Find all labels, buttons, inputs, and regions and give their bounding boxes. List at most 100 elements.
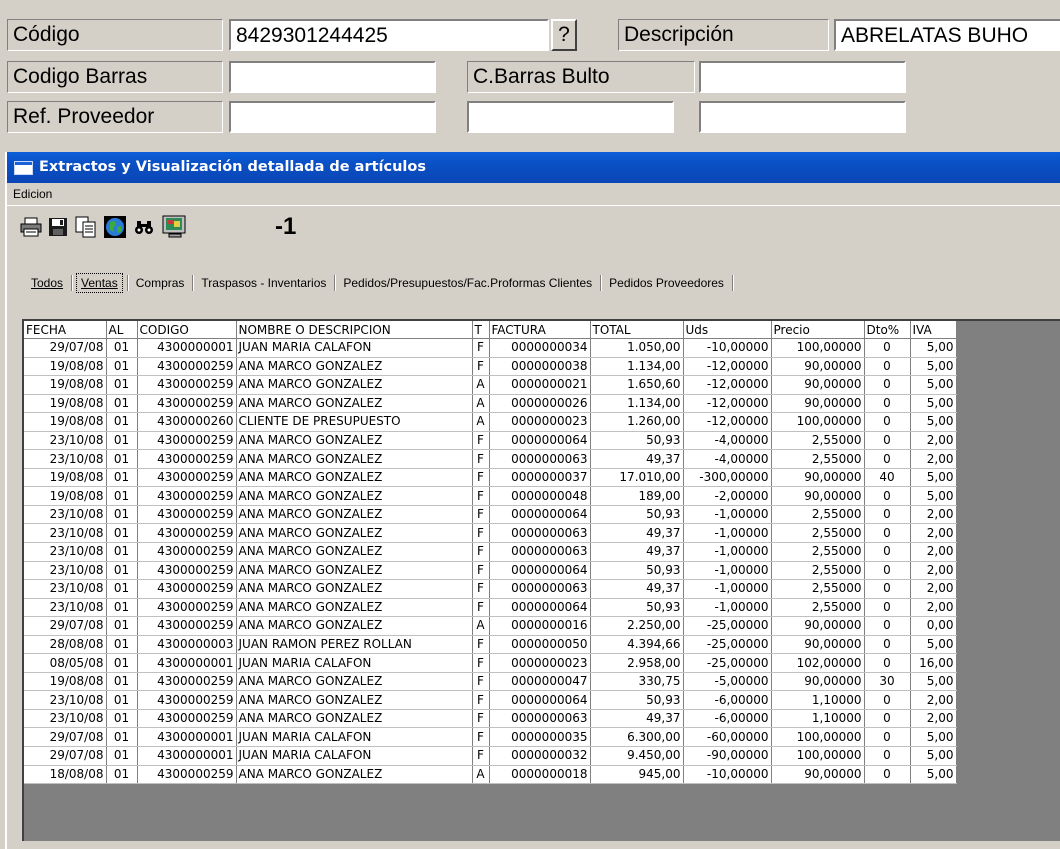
tab-ventas[interactable]: Ventas (76, 273, 123, 293)
article-header-form: Código 8429301244425 ? Descripción ABREL… (0, 0, 1060, 148)
cell-nombre: ANA MARCO GONZALEZ (236, 486, 473, 506)
col-codigo[interactable]: CODIGO (137, 321, 237, 339)
cell-codigo: 4300000259 (137, 357, 237, 377)
col-fecha[interactable]: FECHA (24, 321, 107, 339)
cell-nombre: ANA MARCO GONZALEZ (236, 449, 473, 469)
sales-grid[interactable]: FECHA AL CODIGO NOMBRE O DESCRIPCION T F… (22, 319, 1060, 841)
cell-nombre: ANA MARCO GONZALEZ (236, 542, 473, 562)
table-row[interactable]: 19/08/08 01 4300000259 ANA MARCO GONZALEZ A 0… (24, 394, 957, 414)
table-row[interactable]: 23/10/08 01 4300000259 ANA MARCO GONZALEZ F 0… (24, 431, 957, 451)
ref-extra-field-1[interactable] (467, 101, 674, 133)
col-precio[interactable]: Precio (771, 321, 865, 339)
table-row[interactable]: 23/10/08 01 4300000259 ANA MARCO GONZALEZ F 0… (24, 505, 957, 525)
cell-dto: 0 (864, 357, 911, 377)
menu-edicion[interactable]: Edicion (13, 187, 52, 201)
cell-t: F (472, 672, 490, 692)
table-row[interactable]: 19/08/08 01 4300000259 ANA MARCO GONZALEZ F 0… (24, 357, 957, 377)
col-factura[interactable]: FACTURA (489, 321, 591, 339)
codigo-barras-field[interactable] (229, 61, 436, 93)
table-row[interactable]: 28/08/08 01 4300000003 JUAN RAMON PEREZ ROL… (24, 635, 957, 655)
table-row[interactable]: 23/10/08 01 4300000259 ANA MARCO GONZALEZ F 0… (24, 523, 957, 544)
codigo-field[interactable]: 8429301244425 (229, 19, 549, 51)
tab-compras[interactable]: Compras (132, 274, 189, 292)
cell-iva: 5,00 (910, 468, 957, 488)
binoculars-icon[interactable] (133, 216, 155, 238)
col-uds[interactable]: Uds (683, 321, 772, 339)
cell-precio: 100,00000 (771, 338, 865, 358)
cell-al: 01 (106, 375, 138, 395)
col-nombre[interactable]: NOMBRE O DESCRIPCION (236, 321, 473, 339)
cell-codigo: 4300000259 (137, 523, 237, 544)
cell-dto: 0 (864, 561, 911, 581)
table-row[interactable]: 29/07/08 01 4300000001 JUAN MARIA CALAFON F 0… (24, 746, 957, 766)
cell-al: 01 (106, 542, 138, 562)
cell-precio: 90,00000 (771, 616, 865, 636)
table-row[interactable]: 29/07/08 01 4300000001 JUAN MARIA CALAFON F 0… (24, 338, 957, 358)
cell-fecha: 23/10/08 (24, 561, 107, 581)
col-total[interactable]: TOTAL (590, 321, 684, 339)
cell-iva: 2,00 (910, 579, 957, 599)
table-row[interactable]: 29/07/08 01 4300000001 JUAN MARIA CALAFON F 0… (24, 727, 957, 748)
copy-icon[interactable] (75, 216, 97, 238)
cell-uds: -12,00000 (683, 412, 772, 432)
tab-traspasos[interactable]: Traspasos - Inventarios (197, 274, 330, 292)
cell-fecha: 28/08/08 (24, 635, 107, 655)
descripcion-field[interactable]: ABRELATAS BUHO (834, 19, 1060, 51)
table-row[interactable]: 19/08/08 01 4300000260 CLIENTE DE PRESUPUES… (24, 412, 957, 432)
cell-t: F (472, 468, 490, 488)
lookup-button[interactable]: ? (551, 19, 577, 51)
cell-uds: -12,00000 (683, 394, 772, 414)
window-titlebar[interactable]: Extractos y Visualización detallada de a… (7, 152, 1060, 183)
cell-uds: -5,00000 (683, 672, 772, 692)
col-t[interactable]: T (472, 321, 490, 339)
col-iva[interactable]: IVA (910, 321, 957, 339)
table-row[interactable]: 23/10/08 01 4300000259 ANA MARCO GONZALEZ F 0… (24, 561, 957, 581)
globe-icon[interactable] (104, 216, 126, 238)
cell-fecha: 23/10/08 (24, 523, 107, 544)
table-row[interactable]: 23/10/08 01 4300000259 ANA MARCO GONZALEZ F 0… (24, 709, 957, 729)
cell-dto: 0 (864, 727, 911, 748)
cell-iva: 16,00 (910, 653, 957, 673)
table-row[interactable]: 23/10/08 01 4300000259 ANA MARCO GONZALEZ F 0… (24, 542, 957, 562)
col-al[interactable]: AL (106, 321, 138, 339)
cbarras-bulto-field[interactable] (699, 61, 906, 93)
ref-proveedor-field[interactable] (229, 101, 436, 133)
cell-total: 6.300,00 (590, 727, 684, 748)
table-row[interactable]: 23/10/08 01 4300000259 ANA MARCO GONZALEZ F 0… (24, 598, 957, 618)
tab-divider (192, 275, 194, 291)
cell-dto: 0 (864, 653, 911, 673)
cell-nombre: ANA MARCO GONZALEZ (236, 468, 473, 488)
cell-total: 50,93 (590, 690, 684, 710)
cell-codigo: 4300000259 (137, 486, 237, 506)
cell-factura: 0000000063 (489, 542, 591, 562)
cell-uds: -1,00000 (683, 505, 772, 525)
cell-iva: 2,00 (910, 523, 957, 544)
table-row[interactable]: 23/10/08 01 4300000259 ANA MARCO GONZALEZ F 0… (24, 579, 957, 599)
print-icon[interactable] (20, 216, 42, 238)
table-row[interactable]: 18/08/08 01 4300000259 ANA MARCO GONZALEZ A 0… (24, 765, 957, 785)
cell-t: F (472, 431, 490, 451)
cell-precio: 90,00000 (771, 635, 865, 655)
table-row[interactable]: 19/08/08 01 4300000259 ANA MARCO GONZALEZ F 0… (24, 468, 957, 488)
tab-todos[interactable]: Todos (27, 274, 67, 292)
table-row[interactable]: 19/08/08 01 4300000259 ANA MARCO GONZALEZ F 0… (24, 672, 957, 692)
table-row[interactable]: 23/10/08 01 4300000259 ANA MARCO GONZALEZ F 0… (24, 449, 957, 469)
cell-fecha: 23/10/08 (24, 598, 107, 618)
cell-total: 1.650,60 (590, 375, 684, 395)
col-dto[interactable]: Dto% (864, 321, 911, 339)
tab-pedidos-proveedores[interactable]: Pedidos Proveedores (605, 274, 728, 292)
cell-uds: -12,00000 (683, 375, 772, 395)
table-row[interactable]: 08/05/08 01 4300000001 JUAN MARIA CALAFON F 0… (24, 653, 957, 673)
cell-al: 01 (106, 394, 138, 414)
cell-al: 01 (106, 561, 138, 581)
table-row[interactable]: 29/07/08 01 4300000259 ANA MARCO GONZALEZ A 0… (24, 616, 957, 636)
cell-factura: 0000000032 (489, 746, 591, 766)
save-icon[interactable] (47, 216, 69, 238)
ref-extra-field-2[interactable] (699, 101, 906, 133)
tab-pedidos-clientes[interactable]: Pedidos/Presupuestos/Fac.Proformas Clien… (339, 274, 596, 292)
table-row[interactable]: 23/10/08 01 4300000259 ANA MARCO GONZALEZ F 0… (24, 690, 957, 710)
table-row[interactable]: 19/08/08 01 4300000259 ANA MARCO GONZALEZ A 0… (24, 375, 957, 395)
cell-codigo: 4300000001 (137, 727, 237, 748)
monitor-icon[interactable] (162, 215, 188, 238)
table-row[interactable]: 19/08/08 01 4300000259 ANA MARCO GONZALEZ F 0… (24, 486, 957, 506)
